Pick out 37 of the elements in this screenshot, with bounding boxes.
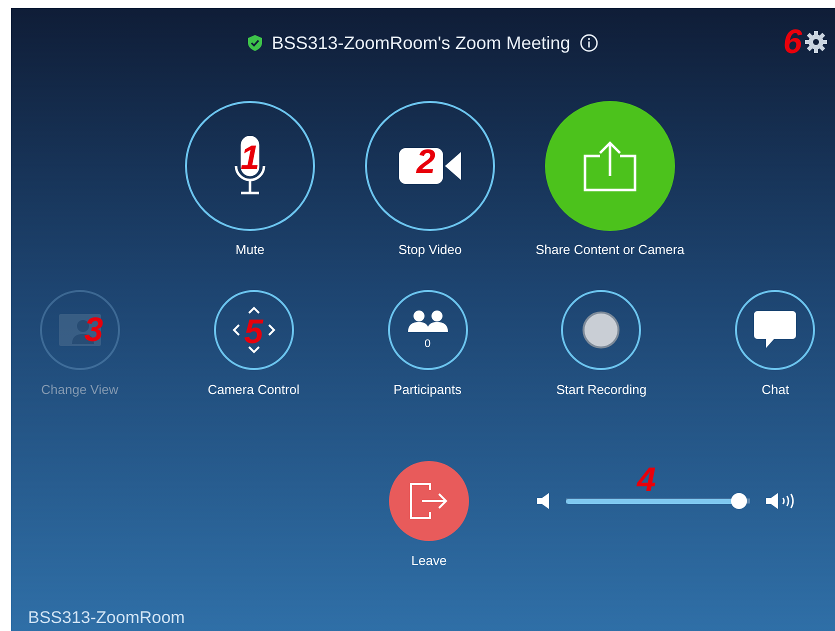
chat-button[interactable] [735, 290, 816, 370]
shield-icon [248, 35, 262, 51]
leave-label: Leave [411, 553, 447, 568]
settings-icon[interactable] [805, 31, 827, 53]
speaker-low-icon [537, 493, 550, 509]
callout-number: 5 [244, 315, 264, 349]
chat-bubble-icon [754, 311, 796, 349]
button-label: Mute [236, 242, 264, 257]
button-label: Stop Video [398, 242, 462, 257]
speaker-loud-icon [766, 493, 796, 509]
info-icon[interactable] [580, 34, 598, 52]
button-label: Chat [762, 382, 790, 397]
participant-count: 0 [424, 338, 431, 350]
button-label: Participants [394, 382, 462, 397]
exit-icon [410, 483, 448, 519]
callout-number: 6 [783, 25, 802, 59]
person-card-icon [58, 314, 101, 346]
stop-video-button[interactable]: 2 [365, 101, 495, 231]
mute-button[interactable]: 1 [185, 101, 315, 231]
callout-number: 2 [416, 145, 436, 179]
button-label: Start Recording [556, 382, 647, 397]
microphone-icon [233, 136, 267, 196]
button-label: Camera Control [208, 382, 300, 397]
share-icon [583, 140, 637, 192]
button-label: Change View [41, 382, 118, 397]
record-button[interactable] [561, 290, 642, 370]
people-icon [408, 310, 448, 332]
video-camera-icon [399, 146, 461, 186]
meeting-title: BSS313-ZoomRoom's Zoom Meeting [272, 32, 570, 54]
record-icon [582, 311, 620, 349]
participants-button[interactable]: 0 [388, 290, 468, 370]
slider-thumb[interactable] [730, 493, 747, 509]
callout-number: 1 [240, 141, 260, 175]
button-label: Share Content or Camera [536, 242, 684, 257]
room-name: BSS313-ZoomRoom [27, 608, 186, 629]
callout-number: 4 [637, 463, 656, 497]
callout-number: 3 [84, 313, 104, 347]
